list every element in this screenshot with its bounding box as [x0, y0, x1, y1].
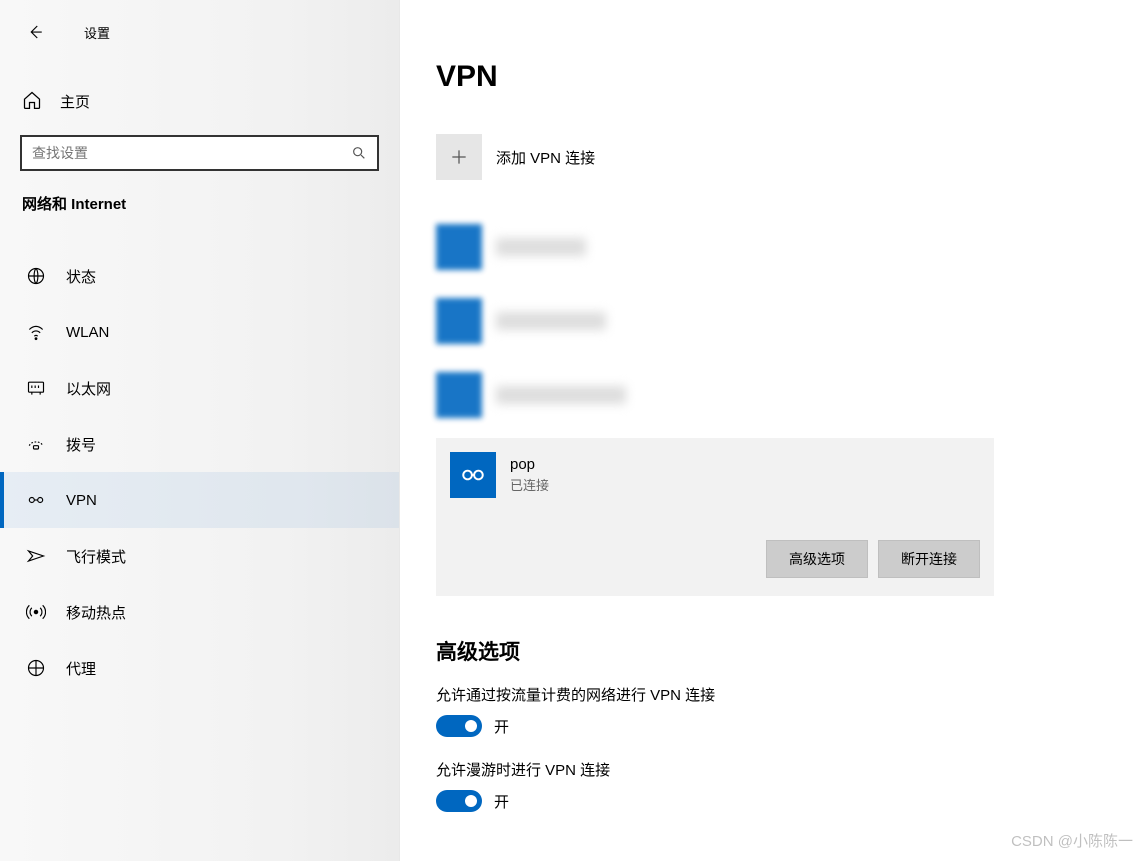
advanced-section-title: 高级选项 — [436, 636, 1147, 666]
vpn-connection-icon — [436, 372, 482, 418]
vpn-connection-item[interactable] — [436, 358, 1147, 432]
sidebar-item-label: 移动热点 — [66, 602, 126, 623]
vpn-connection-item[interactable] — [436, 284, 1147, 358]
search-wrap — [0, 135, 399, 171]
vpn-connection-name-redacted — [496, 312, 606, 330]
vpn-selected-row[interactable]: pop 已连接 — [450, 452, 980, 498]
topbar: 设置 — [0, 12, 399, 52]
sidebar-item-label: 代理 — [66, 658, 96, 679]
sidebar-item-label: 状态 — [66, 266, 96, 287]
toggle-roaming-state: 开 — [494, 791, 509, 812]
sidebar-item-status[interactable]: 状态 — [0, 248, 399, 304]
vpn-connection-name-redacted — [496, 238, 586, 256]
sidebar-item-vpn[interactable]: VPN — [0, 472, 399, 528]
toggle-roaming[interactable] — [436, 790, 482, 812]
ethernet-icon — [26, 378, 46, 398]
sidebar-home[interactable]: 主页 — [0, 76, 399, 127]
proxy-icon — [26, 658, 46, 678]
sidebar-item-label: WLAN — [66, 324, 109, 341]
dialup-icon — [26, 434, 46, 454]
add-vpn-button[interactable]: 添加 VPN 连接 — [436, 134, 1147, 180]
plus-icon — [436, 134, 482, 180]
search-icon — [351, 145, 367, 161]
search-box[interactable] — [20, 135, 379, 171]
sidebar-home-label: 主页 — [60, 91, 90, 112]
arrow-left-icon — [26, 23, 44, 41]
main-content: VPN 添加 VPN 连接 pop — [400, 0, 1147, 861]
vpn-connection-icon — [436, 224, 482, 270]
sidebar-item-label: 飞行模式 — [66, 546, 126, 567]
toggle-metered-state: 开 — [494, 716, 509, 737]
search-input[interactable] — [32, 145, 317, 161]
sidebar-item-airplane[interactable]: 飞行模式 — [0, 528, 399, 584]
option-roaming-label: 允许漫游时进行 VPN 连接 — [436, 759, 1147, 780]
vpn-selected-status: 已连接 — [510, 475, 549, 494]
vpn-connection-name-redacted — [496, 386, 626, 404]
sidebar: 设置 主页 网络和 Internet 状态 WLAN — [0, 0, 400, 861]
sidebar-item-label: 以太网 — [66, 378, 111, 399]
sidebar-item-wlan[interactable]: WLAN — [0, 304, 399, 360]
vpn-selected-card: pop 已连接 高级选项 断开连接 — [436, 438, 994, 596]
nav-list: 状态 WLAN 以太网 拨号 VPN 飞行模式 — [0, 248, 399, 696]
sidebar-item-hotspot[interactable]: 移动热点 — [0, 584, 399, 640]
sidebar-item-dialup[interactable]: 拨号 — [0, 416, 399, 472]
home-icon — [22, 90, 42, 113]
sidebar-item-label: VPN — [66, 492, 97, 509]
disconnect-button[interactable]: 断开连接 — [878, 540, 980, 578]
vpn-icon — [26, 490, 46, 510]
airplane-icon — [26, 546, 46, 566]
back-button[interactable] — [18, 15, 52, 49]
vpn-connection-item[interactable] — [436, 210, 1147, 284]
vpn-connection-icon — [436, 298, 482, 344]
sidebar-item-label: 拨号 — [66, 434, 96, 455]
add-vpn-label: 添加 VPN 连接 — [496, 147, 595, 168]
toggle-metered[interactable] — [436, 715, 482, 737]
hotspot-icon — [26, 602, 46, 622]
vpn-connection-icon — [450, 452, 496, 498]
wifi-icon — [26, 322, 46, 342]
advanced-options-button[interactable]: 高级选项 — [766, 540, 868, 578]
window-title: 设置 — [84, 23, 110, 42]
vpn-selected-name: pop — [510, 456, 549, 473]
option-metered-label: 允许通过按流量计费的网络进行 VPN 连接 — [436, 684, 1147, 705]
sidebar-item-proxy[interactable]: 代理 — [0, 640, 399, 696]
globe-icon — [26, 266, 46, 286]
sidebar-category: 网络和 Internet — [0, 171, 399, 224]
page-title: VPN — [436, 60, 1147, 94]
sidebar-item-ethernet[interactable]: 以太网 — [0, 360, 399, 416]
